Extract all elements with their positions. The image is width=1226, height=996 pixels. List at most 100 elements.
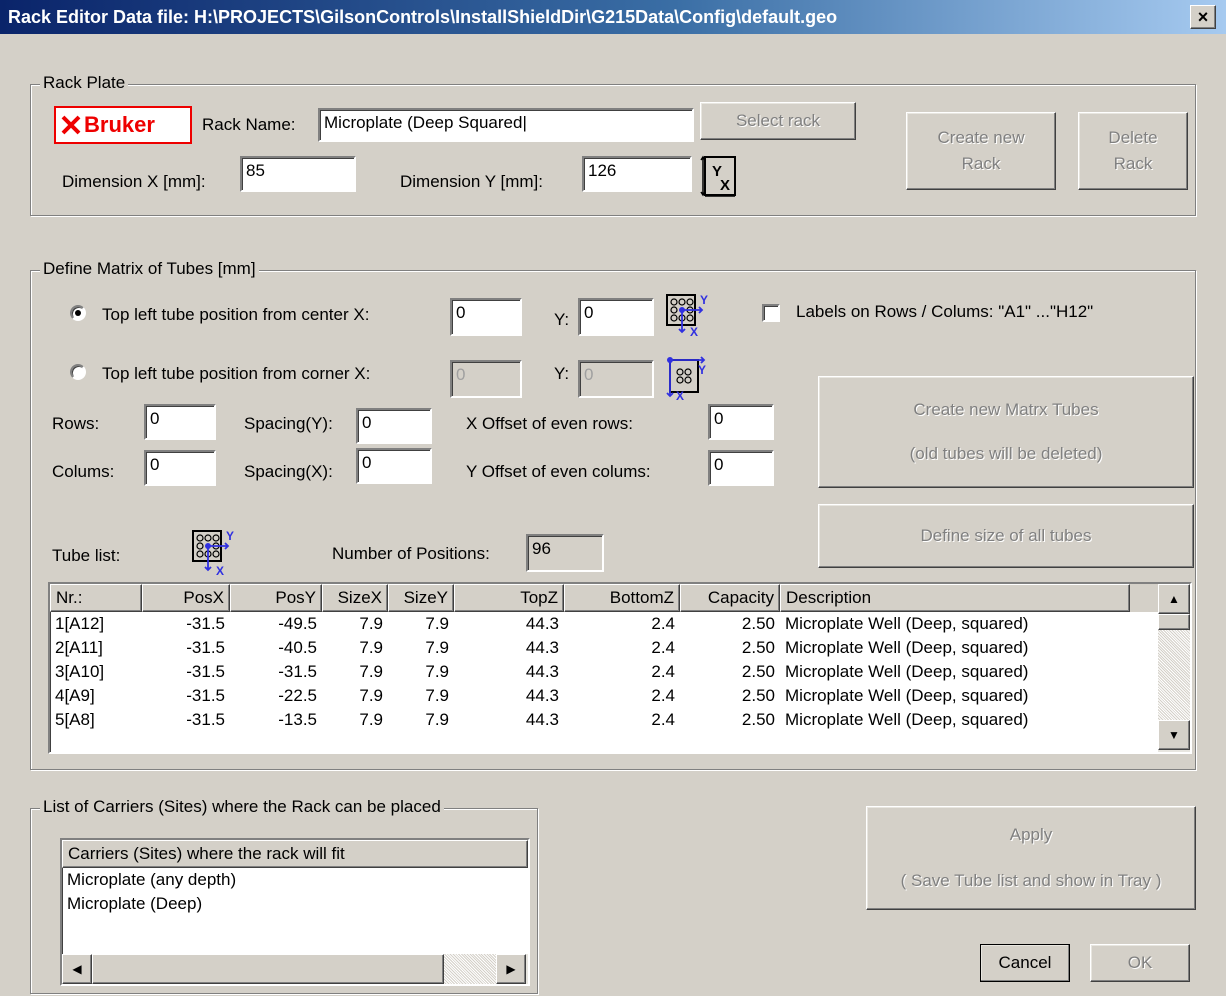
y-offset-label: Y Offset of even colums: [466, 462, 651, 481]
table-cell: 4[A9] [55, 686, 95, 705]
swap-xy-icon[interactable]: Y X [700, 154, 740, 198]
dimension-y-input[interactable]: 126 [582, 156, 692, 192]
carriers-legend: List of Carriers (Sites) where the Rack … [40, 797, 444, 817]
tube-table-header: Nr.: PosX PosY SizeX SizeY TopZ BottomZ … [50, 584, 1190, 612]
center-y-input[interactable]: 0 [578, 298, 654, 336]
table-cell: 7.9 [359, 662, 383, 681]
svg-text:Y: Y [700, 293, 708, 307]
carriers-list[interactable]: Carriers (Sites) where the rack will fit… [60, 838, 530, 986]
col-header-description[interactable]: Description [780, 584, 1130, 612]
hscroll-track[interactable] [444, 954, 496, 984]
create-matrix-line1: Create new Matrx Tubes [913, 400, 1099, 419]
table-cell: 7.9 [359, 710, 383, 729]
hscroll-thumb[interactable] [92, 954, 444, 984]
x-offset-input[interactable]: 0 [708, 404, 774, 440]
carrier-item-label: Microplate (Deep) [67, 894, 203, 913]
table-cell: 2.4 [651, 662, 675, 681]
col-header-capacity[interactable]: Capacity [680, 584, 780, 612]
carriers-hscrollbar[interactable]: ◀ ▶ [62, 954, 528, 984]
spacing-x-label: Spacing(X): [244, 462, 333, 481]
apply-button[interactable]: Apply ( Save Tube list and show in Tray … [866, 806, 1196, 910]
center-radio[interactable] [70, 305, 86, 321]
dimension-x-input[interactable]: 85 [240, 156, 356, 192]
col-header-sizex[interactable]: SizeX [322, 584, 388, 612]
scroll-down-button[interactable]: ▼ [1158, 720, 1190, 750]
table-cell: 1[A12] [55, 614, 105, 633]
create-new-rack-button[interactable]: Create new Rack [906, 112, 1056, 190]
col-header-bottomz[interactable]: BottomZ [564, 584, 680, 612]
svg-text:X: X [690, 325, 698, 336]
table-cell: 44.3 [525, 614, 559, 633]
table-cell: 7.9 [359, 614, 383, 633]
col-header-nr[interactable]: Nr.: [50, 584, 142, 612]
carriers-list-header: Carriers (Sites) where the rack will fit [62, 840, 528, 868]
table-cell: 7.9 [425, 686, 449, 705]
carriers-header[interactable]: Carriers (Sites) where the rack will fit [62, 840, 528, 868]
table-cell: 2.4 [651, 614, 675, 633]
table-cell: 2.50 [741, 638, 775, 657]
corner-radio[interactable] [70, 364, 86, 380]
scroll-left-button[interactable]: ◀ [62, 954, 92, 984]
tube-list-label: Tube list: [52, 546, 121, 565]
table-row[interactable]: 1[A12] -31.5 -49.5 7.9 7.9 44.3 2.4 2.50 Micropl… [50, 612, 1190, 636]
col-header-posy[interactable]: PosY [230, 584, 322, 612]
delete-rack-button[interactable]: Delete Rack [1078, 112, 1188, 190]
table-cell: 5[A8] [55, 710, 95, 729]
corner-y-label: Y: [554, 364, 570, 383]
close-button[interactable]: × [1190, 5, 1216, 29]
labels-checkbox[interactable] [762, 304, 780, 322]
rows-input[interactable]: 0 [144, 404, 216, 440]
table-row[interactable]: 2[A11] -31.5 -40.5 7.9 7.9 44.3 2.4 2.50 Micropl… [50, 636, 1190, 660]
carrier-item-label: Microplate (any depth) [67, 870, 237, 889]
y-offset-input[interactable]: 0 [708, 450, 774, 486]
table-cell: 7.9 [425, 614, 449, 633]
table-cell: -49.5 [278, 614, 317, 633]
tube-list-grid-icon: Y X [190, 528, 234, 578]
table-row[interactable]: 4[A9] -31.5 -22.5 7.9 7.9 44.3 2.4 2.50 Micropla… [50, 684, 1190, 708]
table-cell: 2.50 [741, 686, 775, 705]
cancel-label: Cancel [998, 953, 1052, 972]
rack-plate-legend: Rack Plate [40, 73, 129, 93]
corner-x-input[interactable]: 0 [450, 360, 522, 398]
colums-input[interactable]: 0 [144, 450, 216, 486]
table-cell: -13.5 [278, 710, 317, 729]
list-item[interactable]: Microplate (any depth) [62, 868, 528, 892]
table-row[interactable]: 3[A10] -31.5 -31.5 7.9 7.9 44.3 2.4 2.50 Micropl… [50, 660, 1190, 684]
table-cell: -31.5 [186, 614, 225, 633]
svg-text:Y: Y [226, 529, 234, 543]
table-cell: 2.50 [741, 614, 775, 633]
create-new-rack-line1: Create new [937, 128, 1025, 147]
spacing-x-input[interactable]: 0 [356, 448, 432, 484]
col-header-topz[interactable]: TopZ [454, 584, 564, 612]
center-x-input[interactable]: 0 [450, 298, 522, 336]
corner-y-input[interactable]: 0 [578, 360, 654, 398]
scroll-track[interactable] [1158, 630, 1190, 720]
define-size-button[interactable]: Define size of all tubes [818, 504, 1194, 568]
table-cell: 2.4 [651, 710, 675, 729]
table-cell: 7.9 [359, 638, 383, 657]
scroll-up-button[interactable]: ▲ [1158, 584, 1190, 614]
scroll-thumb[interactable] [1158, 614, 1190, 630]
rack-name-input[interactable]: Microplate (Deep Squared| [318, 108, 694, 142]
tube-table-scrollbar[interactable]: ▲ ▼ [1158, 584, 1190, 752]
create-matrix-button[interactable]: Create new Matrx Tubes (old tubes will b… [818, 376, 1194, 488]
table-cell: 3[A10] [55, 662, 105, 681]
table-cell: -31.5 [186, 638, 225, 657]
svg-text:X: X [720, 177, 730, 194]
list-item[interactable]: Microplate (Deep) [62, 892, 528, 916]
x-offset-label: X Offset of even rows: [466, 414, 633, 433]
cancel-button[interactable]: Cancel [980, 944, 1070, 982]
select-rack-button[interactable]: Select rack [700, 102, 856, 140]
spacing-y-input[interactable]: 0 [356, 408, 432, 444]
scroll-right-button[interactable]: ▶ [496, 954, 526, 984]
tube-table[interactable]: Nr.: PosX PosY SizeX SizeY TopZ BottomZ … [48, 582, 1192, 754]
table-cell: 2.4 [651, 638, 675, 657]
table-row[interactable]: 5[A8] -31.5 -13.5 7.9 7.9 44.3 2.4 2.50 Micropla… [50, 708, 1190, 732]
table-cell: 2.4 [651, 686, 675, 705]
col-header-sizey[interactable]: SizeY [388, 584, 454, 612]
dimension-y-label: Dimension Y [mm]: [400, 172, 543, 191]
col-header-posx[interactable]: PosX [142, 584, 230, 612]
table-cell: 2[A11] [55, 638, 103, 657]
ok-button[interactable]: OK [1090, 944, 1190, 982]
center-y-label: Y: [554, 310, 570, 329]
